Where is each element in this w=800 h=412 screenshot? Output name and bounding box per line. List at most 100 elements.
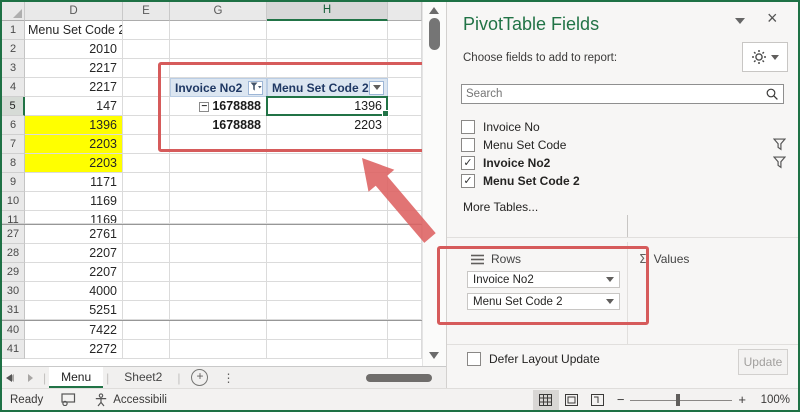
row-header-11[interactable]: 11 bbox=[2, 211, 25, 224]
cell-E41[interactable] bbox=[123, 340, 170, 359]
sheet-tab-menu[interactable]: Menu bbox=[49, 367, 103, 388]
pivot-header-code[interactable]: Menu Set Code 2 bbox=[267, 78, 388, 97]
cell-H2[interactable] bbox=[267, 40, 388, 59]
pane-options-chevron-icon[interactable] bbox=[735, 18, 745, 24]
row-header-27[interactable]: 27 bbox=[2, 225, 25, 244]
cell-D9[interactable]: 1171 bbox=[25, 173, 123, 192]
row-header-3[interactable]: 3 bbox=[2, 59, 25, 78]
cell-H1[interactable] bbox=[267, 21, 388, 40]
column-header-D[interactable]: D bbox=[25, 2, 123, 21]
cell-H3[interactable] bbox=[267, 59, 388, 78]
sheet-tab-sheet2[interactable]: Sheet2 bbox=[112, 367, 174, 388]
cell-H29[interactable] bbox=[267, 263, 388, 282]
cell-G27[interactable] bbox=[170, 225, 267, 244]
cell-D5[interactable]: 147 bbox=[25, 97, 123, 116]
field-filter-icon[interactable] bbox=[773, 138, 786, 154]
zoom-slider-thumb[interactable] bbox=[676, 394, 680, 406]
scroll-up-arrow[interactable] bbox=[429, 7, 439, 14]
cell-E31[interactable] bbox=[123, 301, 170, 320]
cell-X31[interactable] bbox=[388, 301, 422, 320]
field-checkbox[interactable]: ✓ bbox=[461, 174, 475, 188]
row-header-30[interactable]: 30 bbox=[2, 282, 25, 301]
field-checkbox[interactable] bbox=[461, 120, 475, 134]
cell-G30[interactable] bbox=[170, 282, 267, 301]
cell-G40[interactable] bbox=[170, 321, 267, 340]
cell-E11[interactable] bbox=[123, 211, 170, 224]
cell-X6[interactable] bbox=[388, 116, 422, 135]
cell-E40[interactable] bbox=[123, 321, 170, 340]
row-header-5[interactable]: 5 bbox=[2, 97, 25, 116]
collapse-button[interactable]: − bbox=[199, 102, 209, 112]
cell-X10[interactable] bbox=[388, 192, 422, 211]
cell-H9[interactable] bbox=[267, 173, 388, 192]
row-header-40[interactable]: 40 bbox=[2, 321, 25, 340]
cell-X7[interactable] bbox=[388, 135, 422, 154]
cell-X2[interactable] bbox=[388, 40, 422, 59]
pivot-filter-button[interactable] bbox=[248, 81, 263, 95]
cell-D3[interactable]: 2217 bbox=[25, 59, 123, 78]
cell-X41[interactable] bbox=[388, 340, 422, 359]
cell-E30[interactable] bbox=[123, 282, 170, 301]
cell-X8[interactable] bbox=[388, 154, 422, 173]
tabbar-more-icon[interactable]: ⋮ bbox=[222, 371, 234, 385]
cell-H40[interactable] bbox=[267, 321, 388, 340]
new-sheet-button[interactable]: + bbox=[191, 369, 208, 386]
cell-D6[interactable]: 1396 bbox=[25, 116, 123, 135]
cell-G7[interactable] bbox=[170, 135, 267, 154]
cell-X30[interactable] bbox=[388, 282, 422, 301]
cell-G31[interactable] bbox=[170, 301, 267, 320]
row-header-28[interactable]: 28 bbox=[2, 244, 25, 263]
worksheet-grid[interactable]: DEGH 1Menu Set Code 22201032217422175147… bbox=[2, 2, 422, 366]
macro-record-icon[interactable] bbox=[61, 393, 76, 406]
cell-D4[interactable]: 2217 bbox=[25, 78, 123, 97]
field-item-invoice-no[interactable]: Invoice No bbox=[461, 118, 786, 136]
cell-D31[interactable]: 5251 bbox=[25, 301, 123, 320]
cell-H11[interactable] bbox=[267, 211, 388, 224]
update-button[interactable]: Update bbox=[738, 349, 788, 375]
cell-E2[interactable] bbox=[123, 40, 170, 59]
row-header-9[interactable]: 9 bbox=[2, 173, 25, 192]
page-layout-view-button[interactable] bbox=[559, 390, 585, 410]
row-header-2[interactable]: 2 bbox=[2, 40, 25, 59]
cell-E27[interactable] bbox=[123, 225, 170, 244]
field-checkbox[interactable] bbox=[461, 138, 475, 152]
more-tables-link[interactable]: More Tables... bbox=[463, 200, 538, 214]
cell-E6[interactable] bbox=[123, 116, 170, 135]
zoom-in-button[interactable]: + bbox=[732, 392, 752, 407]
cell-X27[interactable] bbox=[388, 225, 422, 244]
cell-X28[interactable] bbox=[388, 244, 422, 263]
pivot-cell-code-1[interactable]: 1396 bbox=[267, 97, 388, 116]
cell-H7[interactable] bbox=[267, 135, 388, 154]
cell-G11[interactable] bbox=[170, 211, 267, 224]
cell-D41[interactable]: 2272 bbox=[25, 340, 123, 359]
hscroll-thumb[interactable] bbox=[366, 374, 432, 382]
field-filter-icon[interactable] bbox=[773, 156, 786, 172]
cell-D7[interactable]: 2203 bbox=[25, 135, 123, 154]
cell-D28[interactable]: 2207 bbox=[25, 244, 123, 263]
cell-G9[interactable] bbox=[170, 173, 267, 192]
field-checkbox[interactable]: ✓ bbox=[461, 156, 475, 170]
cell-H28[interactable] bbox=[267, 244, 388, 263]
cell-E7[interactable] bbox=[123, 135, 170, 154]
cell-X40[interactable] bbox=[388, 321, 422, 340]
zoom-level-label[interactable]: 100% bbox=[756, 394, 790, 406]
cell-E28[interactable] bbox=[123, 244, 170, 263]
cell-G3[interactable] bbox=[170, 59, 267, 78]
defer-checkbox[interactable] bbox=[467, 352, 481, 366]
pivot-cell-code-2[interactable]: 2203 bbox=[267, 116, 388, 135]
tools-gear-button[interactable] bbox=[742, 42, 788, 72]
cell-X11[interactable] bbox=[388, 211, 422, 224]
cell-E9[interactable] bbox=[123, 173, 170, 192]
field-item-menu-set-code[interactable]: Menu Set Code bbox=[461, 136, 786, 154]
column-header-partial[interactable] bbox=[388, 2, 422, 21]
field-item-invoice-no2[interactable]: ✓Invoice No2 bbox=[461, 154, 786, 172]
cell-H8[interactable] bbox=[267, 154, 388, 173]
cell-X1[interactable] bbox=[388, 21, 422, 40]
cell-G28[interactable] bbox=[170, 244, 267, 263]
scrollbar-thumb[interactable] bbox=[429, 18, 440, 50]
zoom-slider[interactable] bbox=[630, 390, 732, 410]
cell-G29[interactable] bbox=[170, 263, 267, 282]
cell-H10[interactable] bbox=[267, 192, 388, 211]
cell-D30[interactable]: 4000 bbox=[25, 282, 123, 301]
close-icon[interactable]: × bbox=[767, 8, 778, 29]
